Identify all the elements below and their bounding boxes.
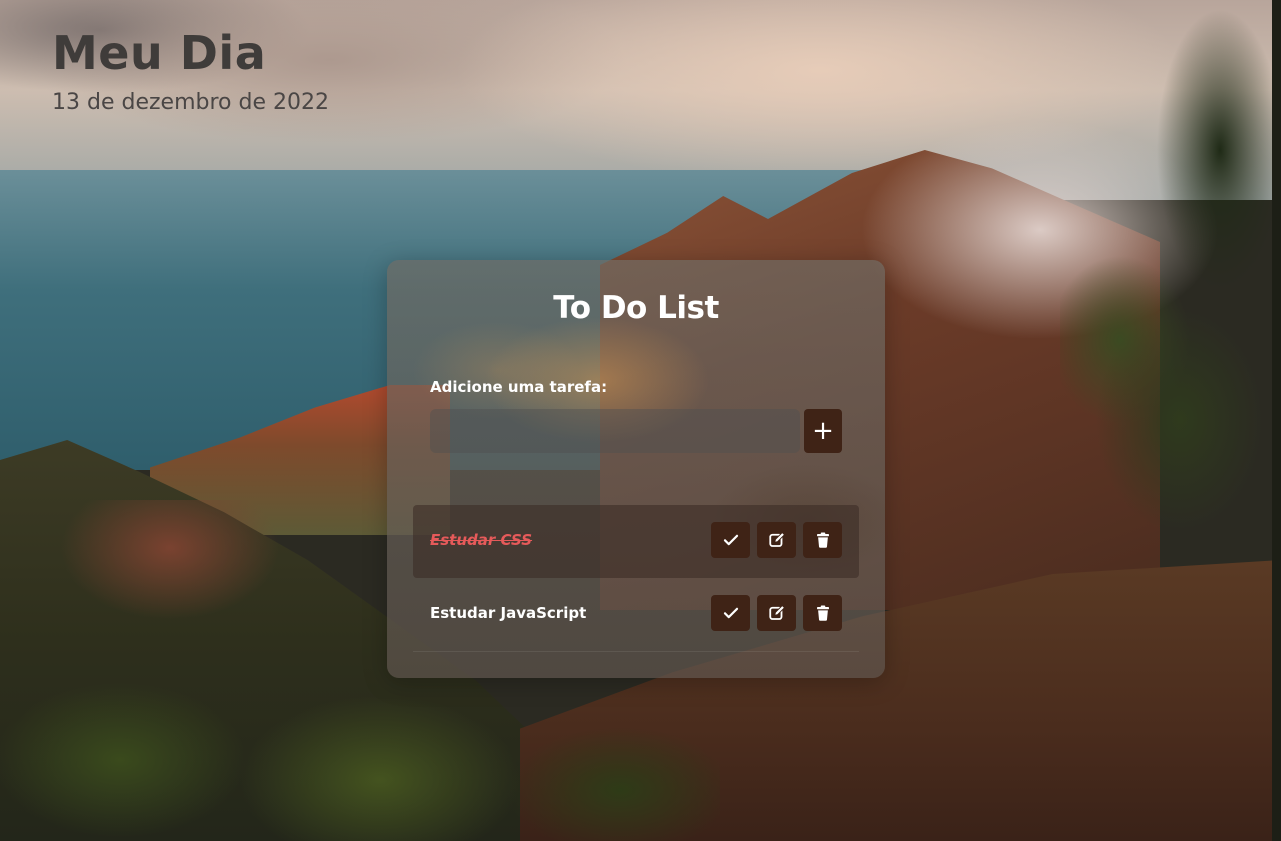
page-date: 13 de dezembro de 2022 [52, 90, 329, 115]
edit-icon [768, 604, 785, 620]
todo-list: Estudar CSS Estudar JavaScript [413, 505, 859, 652]
trees-right [1060, 0, 1281, 640]
remove-task-button[interactable] [803, 522, 842, 558]
finish-task-button[interactable] [711, 522, 750, 558]
edit-task-button[interactable] [757, 595, 796, 631]
trash-icon [816, 532, 829, 548]
page-title: Meu Dia [52, 26, 267, 80]
check-icon [723, 607, 738, 619]
check-icon [723, 534, 738, 546]
todo-text: Estudar JavaScript [430, 604, 587, 622]
plus-icon: + [812, 416, 834, 446]
add-task-label: Adicione uma tarefa: [430, 378, 608, 396]
todo-item: Estudar CSS [413, 505, 859, 578]
header: Meu Dia 13 de dezembro de 2022 [52, 26, 329, 115]
todo-item: Estudar JavaScript [413, 578, 859, 652]
add-task-button[interactable]: + [804, 409, 842, 453]
remove-task-button[interactable] [803, 595, 842, 631]
todo-text: Estudar CSS [430, 531, 533, 549]
hill-red [60, 500, 280, 620]
todo-card: To Do List Adicione uma tarefa: + Estuda… [387, 260, 885, 678]
add-task-input[interactable] [430, 409, 800, 453]
edit-icon [768, 531, 785, 547]
edit-task-button[interactable] [757, 522, 796, 558]
trash-icon [816, 605, 829, 621]
card-title: To Do List [553, 290, 719, 326]
todo-actions [711, 595, 842, 631]
finish-task-button[interactable] [711, 595, 750, 631]
scrollbar[interactable] [1272, 0, 1281, 841]
todo-actions [711, 522, 842, 558]
